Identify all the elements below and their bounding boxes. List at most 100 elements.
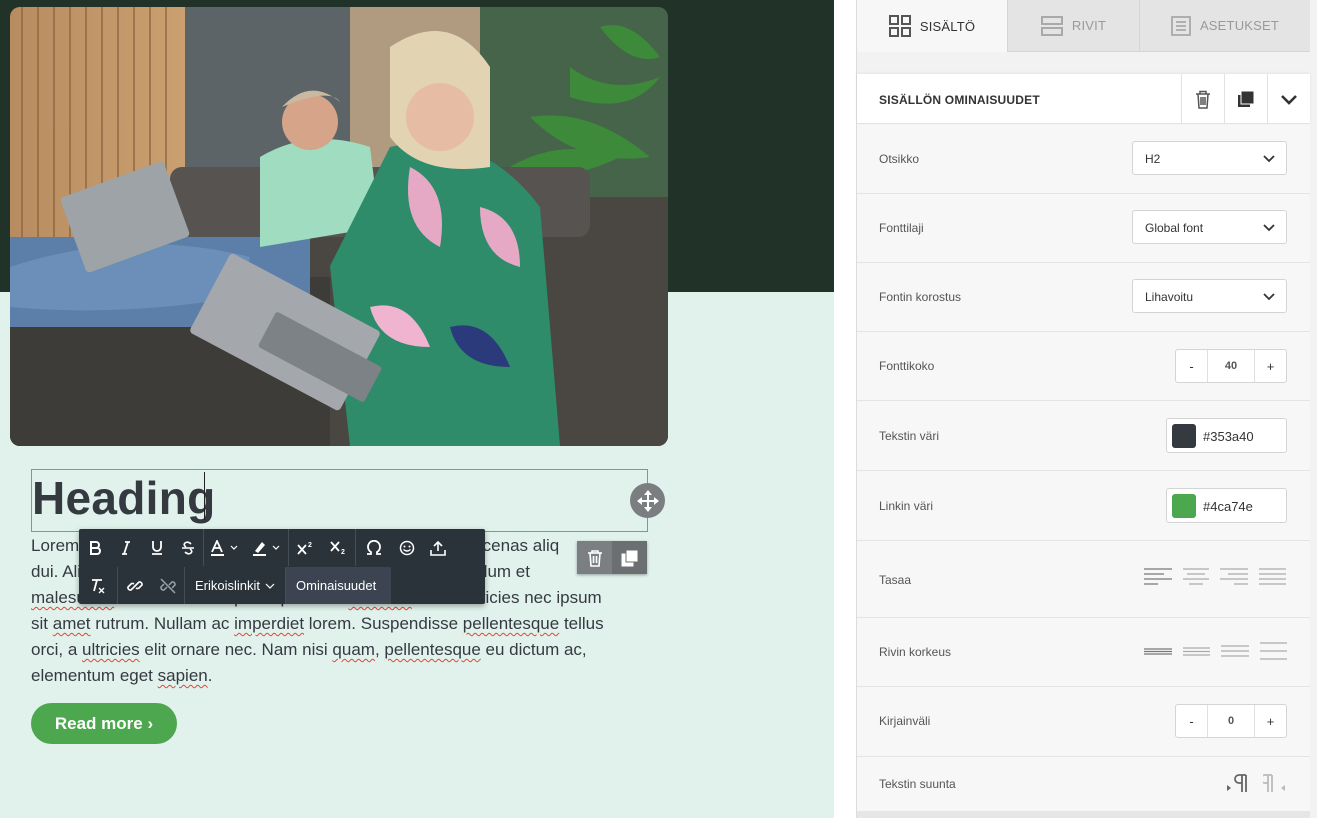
bold-button[interactable] bbox=[79, 529, 110, 566]
move-handle[interactable] bbox=[630, 483, 665, 518]
block-actions bbox=[577, 541, 647, 574]
upload-button[interactable] bbox=[422, 529, 453, 566]
link-color-swatch[interactable] bbox=[1172, 494, 1196, 518]
letter-spacing-decrease-button[interactable]: - bbox=[1176, 705, 1207, 737]
tab-rows[interactable]: RIVIT bbox=[1007, 0, 1139, 52]
font-family-select[interactable]: Global font bbox=[1132, 210, 1287, 244]
grid-icon bbox=[888, 15, 911, 37]
emoji-button[interactable] bbox=[391, 529, 422, 566]
link-color-row: Linkin väri #4ca74e bbox=[857, 471, 1310, 541]
misspelled-word: amet bbox=[52, 614, 91, 633]
highlight-color-button[interactable] bbox=[246, 529, 288, 566]
line-height-label: Rivin korkeus bbox=[879, 645, 952, 659]
unlink-button[interactable] bbox=[152, 567, 184, 604]
trash-icon bbox=[1196, 90, 1210, 109]
text-color-hex[interactable]: #353a40 bbox=[1203, 429, 1254, 444]
underline-icon bbox=[151, 541, 162, 555]
link-color-picker[interactable]: #4ca74e bbox=[1166, 488, 1287, 523]
body-line: orci, a ultricies elit ornare nec. Nam n… bbox=[31, 637, 646, 663]
heading-text[interactable]: Heading bbox=[32, 472, 216, 524]
text-color-label: Tekstin väri bbox=[879, 429, 940, 443]
align-right-icon bbox=[1220, 568, 1248, 585]
link-button[interactable] bbox=[118, 567, 152, 604]
delete-content-button[interactable] bbox=[1181, 74, 1224, 124]
font-weight-row: Fontin korostus Lihavoitu bbox=[857, 263, 1310, 332]
collapse-panel-button[interactable] bbox=[1267, 74, 1310, 124]
heading-block[interactable]: Heading bbox=[31, 469, 648, 532]
font-weight-select[interactable]: Lihavoitu bbox=[1132, 279, 1287, 313]
chevron-down-icon bbox=[1263, 293, 1275, 301]
clear-format-button[interactable] bbox=[79, 567, 117, 604]
letter-spacing-increase-button[interactable]: + bbox=[1255, 705, 1286, 737]
line-height-row: Rivin korkeus bbox=[857, 618, 1310, 687]
body-text-segment: , bbox=[374, 640, 385, 659]
font-size-decrease-button[interactable]: - bbox=[1176, 350, 1207, 382]
misspelled-word: ultricies bbox=[82, 640, 140, 659]
font-size-row: Fonttikoko - 40 + bbox=[857, 332, 1310, 401]
chevron-down-icon bbox=[1263, 224, 1275, 232]
align-justify-button[interactable] bbox=[1259, 568, 1286, 593]
svg-text:2: 2 bbox=[341, 549, 345, 555]
font-family-value: Global font bbox=[1145, 221, 1204, 235]
align-center-button[interactable] bbox=[1183, 568, 1209, 593]
duplicate-content-button[interactable] bbox=[1224, 74, 1267, 124]
superscript-button[interactable]: 2 bbox=[289, 529, 323, 566]
italic-button[interactable] bbox=[110, 529, 141, 566]
align-right-button[interactable] bbox=[1220, 568, 1248, 593]
misspelled-word: pellentesque bbox=[384, 640, 481, 659]
tab-content[interactable]: SISÄLTÖ bbox=[857, 0, 1007, 52]
special-char-icon bbox=[366, 540, 381, 555]
special-links-dropdown[interactable]: Erikoislinkit bbox=[185, 567, 285, 604]
body-text-segment: rutrum. Nullam ac bbox=[90, 614, 235, 633]
link-color-hex[interactable]: #4ca74e bbox=[1203, 499, 1253, 514]
rtl-direction-button[interactable] bbox=[1260, 773, 1285, 798]
strikethrough-button[interactable] bbox=[172, 529, 203, 566]
letter-spacing-stepper: - 0 + bbox=[1175, 704, 1287, 738]
font-weight-value: Lihavoitu bbox=[1145, 290, 1194, 304]
tab-rows-label: RIVIT bbox=[1071, 18, 1107, 33]
properties-button[interactable]: Ominaisuudet bbox=[286, 567, 392, 604]
text-color-icon bbox=[211, 539, 238, 556]
line-height-normal-button[interactable] bbox=[1183, 642, 1210, 667]
heading-level-label: Otsikko bbox=[879, 152, 920, 166]
text-align-row: Tasaa bbox=[857, 541, 1310, 618]
line-height-loose-button[interactable] bbox=[1221, 642, 1249, 667]
text-color-swatch[interactable] bbox=[1172, 424, 1196, 448]
body-text-segment: . bbox=[207, 666, 213, 685]
font-size-increase-button[interactable]: + bbox=[1255, 350, 1286, 382]
font-size-stepper: - 40 + bbox=[1175, 349, 1287, 383]
text-color-row: Tekstin väri #353a40 bbox=[857, 401, 1310, 471]
line-height-normal-icon bbox=[1183, 647, 1210, 656]
hero-image[interactable] bbox=[10, 7, 668, 446]
line-height-extra-button[interactable] bbox=[1260, 642, 1287, 667]
block-delete-button[interactable] bbox=[577, 541, 612, 574]
text-color-button[interactable] bbox=[204, 529, 246, 566]
ltr-direction-button[interactable] bbox=[1227, 773, 1249, 798]
read-more-button[interactable]: Read more › bbox=[31, 703, 177, 744]
underline-button[interactable] bbox=[141, 529, 172, 566]
subscript-button[interactable]: 2 bbox=[323, 529, 355, 566]
italic-icon bbox=[121, 540, 130, 555]
font-family-row: Fonttilaji Global font bbox=[857, 194, 1310, 263]
font-size-value[interactable]: 40 bbox=[1207, 350, 1255, 382]
font-weight-label: Fontin korostus bbox=[879, 290, 962, 304]
upload-icon bbox=[429, 540, 446, 556]
tab-settings[interactable]: ASETUKSET bbox=[1139, 0, 1310, 52]
body-text-segment: lorem. Suspendisse bbox=[304, 614, 463, 633]
tab-content-label: SISÄLTÖ bbox=[919, 18, 976, 34]
block-duplicate-button[interactable] bbox=[612, 541, 647, 574]
body-text-segment: sit bbox=[31, 614, 53, 633]
body-text-segment: orci, a bbox=[31, 640, 83, 659]
letter-spacing-value[interactable]: 0 bbox=[1207, 705, 1255, 737]
font-family-label: Fonttilaji bbox=[879, 221, 924, 235]
clear-format-icon bbox=[92, 578, 105, 593]
align-left-button[interactable] bbox=[1144, 568, 1172, 593]
special-character-button[interactable] bbox=[356, 529, 391, 566]
text-color-picker[interactable]: #353a40 bbox=[1166, 418, 1287, 453]
text-direction-row: Tekstin suunta bbox=[857, 757, 1310, 812]
line-height-tight-button[interactable] bbox=[1144, 642, 1172, 667]
heading-level-select[interactable]: H2 bbox=[1132, 141, 1287, 175]
line-height-extra-icon bbox=[1260, 642, 1287, 660]
sidebar-scroll-edge bbox=[857, 811, 1310, 818]
body-text-segment: eu dictum ac, bbox=[480, 640, 587, 659]
